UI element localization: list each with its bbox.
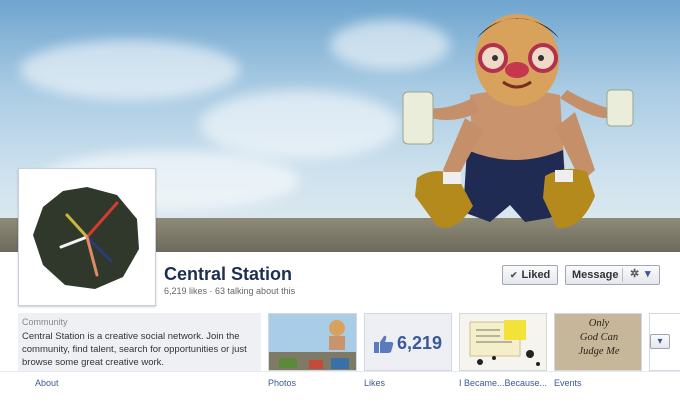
button-divider (622, 268, 623, 282)
liked-button[interactable]: ✔ Liked (502, 265, 558, 285)
chevron-down-icon[interactable]: ▾ (645, 267, 651, 280)
custom-app-thumbnail (469, 320, 540, 366)
events-text-line: Judge Me (578, 346, 620, 357)
about-link[interactable]: About (35, 378, 59, 388)
about-box[interactable]: Community Central Station is a creative … (18, 313, 261, 371)
custom-app-link[interactable]: I Became...Because... (459, 378, 547, 388)
message-label: Message (572, 269, 619, 281)
page-stats: 6,219 likes · 63 talking about this (164, 286, 296, 296)
events-tile[interactable]: Only God Can Judge Me (554, 313, 642, 371)
chevron-down-icon: ▾ (657, 336, 663, 347)
page-title: Central Station (164, 264, 293, 284)
divider (0, 371, 680, 372)
likes-tile[interactable]: 6,219 (364, 313, 452, 371)
clock-logo (33, 187, 139, 289)
about-description: Central Station is a creative social net… (22, 331, 247, 368)
photos-link[interactable]: Photos (268, 378, 296, 388)
more-apps-button[interactable]: ▾ (650, 334, 670, 349)
check-icon: ✔ (510, 269, 518, 280)
category-label: Community (22, 317, 68, 327)
events-thumbnail: Only God Can Judge Me (555, 317, 641, 359)
gear-icon[interactable]: ✲ (630, 267, 639, 280)
photos-thumbnail (269, 314, 356, 370)
profile-picture[interactable] (18, 168, 156, 306)
likes-count: 6,219 (397, 333, 443, 353)
events-text-line: Only (588, 318, 610, 329)
masked-figure-illustration (402, 14, 634, 229)
custom-app-tile[interactable] (459, 313, 547, 371)
events-text-line: God Can (579, 332, 619, 343)
cloud (20, 40, 240, 100)
events-link[interactable]: Events (554, 378, 582, 388)
liked-label: Liked (521, 269, 551, 281)
cloud (200, 90, 400, 160)
photos-tile[interactable] (268, 313, 357, 371)
likes-link[interactable]: Likes (364, 378, 385, 388)
message-button[interactable]: Message ✲ ▾ (565, 265, 660, 285)
thumbs-up-icon (374, 335, 394, 353)
apps-more-tile: ▾ (649, 313, 680, 371)
